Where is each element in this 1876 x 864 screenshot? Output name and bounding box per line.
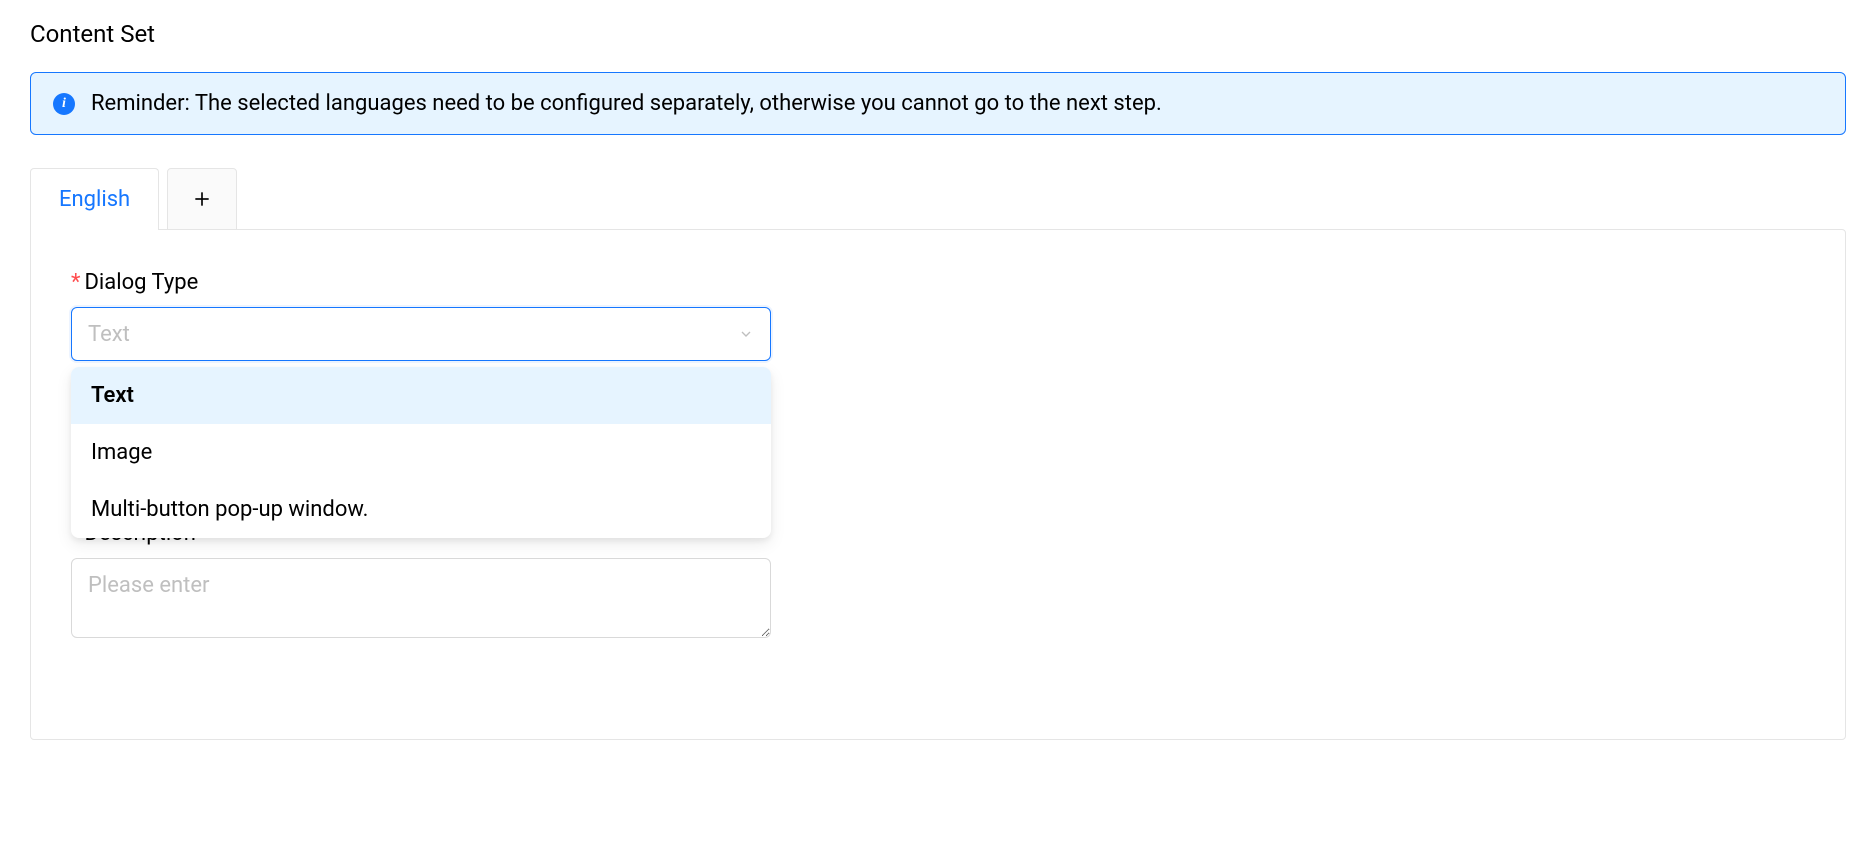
dropdown-option-text[interactable]: Text (71, 367, 771, 424)
dropdown-option-multibutton[interactable]: Multi-button pop-up window. (71, 481, 771, 538)
chevron-down-icon (738, 326, 754, 342)
page-title: Content Set (30, 20, 1846, 48)
dialog-type-select[interactable]: Text (71, 307, 771, 361)
select-value: Text (88, 322, 130, 347)
dialog-type-dropdown: Text Image Multi-button pop-up window. (71, 367, 771, 538)
reminder-alert: i Reminder: The selected languages need … (30, 72, 1846, 135)
description-textarea[interactable] (71, 558, 771, 638)
alert-text: Reminder: The selected languages need to… (91, 91, 1162, 116)
dropdown-option-image[interactable]: Image (71, 424, 771, 481)
add-language-button[interactable] (167, 168, 237, 230)
tab-english[interactable]: English (30, 168, 159, 230)
required-indicator: * (71, 270, 80, 295)
tab-content: *Dialog Type Text Text Image Multi-butto… (30, 229, 1846, 740)
info-icon: i (53, 93, 75, 115)
plus-icon (192, 189, 212, 209)
dialog-type-group: *Dialog Type Text Text Image Multi-butto… (71, 270, 771, 361)
description-group: *Description (71, 521, 771, 643)
language-tabs: English (30, 167, 1846, 229)
dialog-type-label: *Dialog Type (71, 270, 771, 295)
